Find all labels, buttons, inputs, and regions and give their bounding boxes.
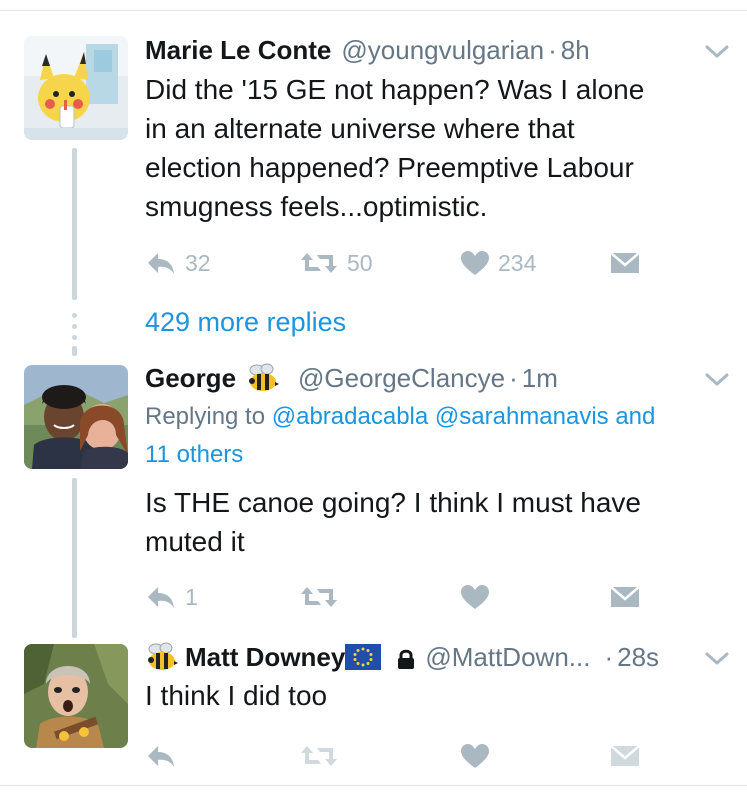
heart-icon <box>460 584 490 610</box>
others-link[interactable]: 11 others <box>145 441 243 468</box>
chevron-down-icon[interactable] <box>704 649 730 669</box>
tweet-header: Matt Downey @MattDown... · 28s <box>145 640 659 674</box>
tweet-text: Did the '15 GE not happen? Was I alone i… <box>145 70 725 226</box>
retweet-icon <box>299 250 339 276</box>
avatar[interactable] <box>24 365 128 469</box>
tweet-text-line: smugness feels...optimistic. <box>145 191 488 222</box>
separator: · <box>604 641 614 672</box>
more-replies-link[interactable]: 429 more replies <box>145 307 346 338</box>
tweet-header: Marie Le Conte @youngvulgarian · 8h <box>145 33 590 67</box>
direct-message-button[interactable] <box>610 582 640 612</box>
separator: · <box>548 34 557 65</box>
thread-line <box>72 346 77 356</box>
retweet-icon <box>299 584 339 610</box>
envelope-icon <box>610 250 640 276</box>
like-button[interactable]: 234 <box>460 248 536 278</box>
replying-to: Replying to @abradacabla @sarahmanavis a… <box>145 398 735 474</box>
envelope-icon <box>610 743 640 769</box>
tweet-text-line: election happened? Preemptive Labour <box>145 152 634 183</box>
user-handle[interactable]: @MattDown... <box>425 642 590 673</box>
bee-emoji-icon <box>145 642 179 672</box>
like-button[interactable] <box>460 741 490 771</box>
mention-link[interactable]: @sarahmanavis <box>435 403 609 430</box>
thread-dot <box>72 335 77 340</box>
display-name[interactable]: Matt Downey <box>185 642 345 673</box>
chevron-down-icon[interactable] <box>704 370 730 390</box>
replying-to-prefix: Replying to <box>145 403 266 430</box>
heart-icon <box>460 250 490 276</box>
avatar[interactable] <box>24 36 128 140</box>
reply-count: 32 <box>185 249 211 276</box>
thread-dot <box>72 313 77 318</box>
replying-and[interactable]: and <box>615 403 655 430</box>
reply-count: 1 <box>185 583 198 610</box>
reply-button[interactable]: 1 <box>145 582 198 612</box>
display-name[interactable]: Marie Le Conte <box>145 35 331 66</box>
retweet-icon <box>299 743 339 769</box>
tweet-text: Is THE canoe going? I think I must have … <box>145 483 725 561</box>
retweet-button[interactable]: 50 <box>299 248 373 278</box>
heart-icon <box>460 743 490 769</box>
thread-dot <box>72 324 77 329</box>
thread-line <box>72 148 77 300</box>
tweet-text: I think I did too <box>145 676 725 715</box>
mention-link[interactable]: @abradacabla <box>272 403 428 430</box>
envelope-icon <box>610 584 640 610</box>
avatar[interactable] <box>24 644 128 748</box>
timestamp[interactable]: 1m <box>522 363 558 394</box>
timestamp[interactable]: 28s <box>617 642 659 673</box>
bottom-divider <box>0 785 747 786</box>
tweet-text-line: muted it <box>145 526 245 557</box>
chevron-down-icon[interactable] <box>704 42 730 62</box>
display-name[interactable]: George <box>145 363 236 394</box>
user-handle[interactable]: @youngvulgarian <box>341 35 544 66</box>
user-handle[interactable]: @GeorgeClancye <box>298 363 505 394</box>
top-divider <box>0 10 747 11</box>
tweet-text-line: Is THE canoe going? I think I must have <box>145 487 641 518</box>
eu-flag-icon <box>345 644 382 670</box>
reply-button[interactable] <box>145 741 177 771</box>
like-count: 234 <box>498 249 537 276</box>
reply-icon <box>145 250 177 276</box>
reply-button[interactable]: 32 <box>145 248 211 278</box>
timestamp[interactable]: 8h <box>561 35 590 66</box>
thread-line <box>72 478 77 638</box>
separator: · <box>509 362 518 393</box>
direct-message-button[interactable] <box>610 248 640 278</box>
lock-icon <box>397 646 415 669</box>
direct-message-button[interactable] <box>610 741 640 771</box>
retweet-button[interactable] <box>299 582 339 612</box>
tweet-text-line: I think I did too <box>145 680 328 711</box>
tweet-header: George @GeorgeClancye · 1m <box>145 361 558 395</box>
reply-icon <box>145 584 177 610</box>
tweet-text-line: in an alternate universe where that <box>145 113 575 144</box>
tweet-text-line: Did the '15 GE not happen? Was I alone <box>145 74 645 105</box>
bee-emoji-icon <box>246 363 280 393</box>
retweet-button[interactable] <box>299 741 339 771</box>
reply-icon <box>145 743 177 769</box>
like-button[interactable] <box>460 582 490 612</box>
retweet-count: 50 <box>347 249 373 276</box>
